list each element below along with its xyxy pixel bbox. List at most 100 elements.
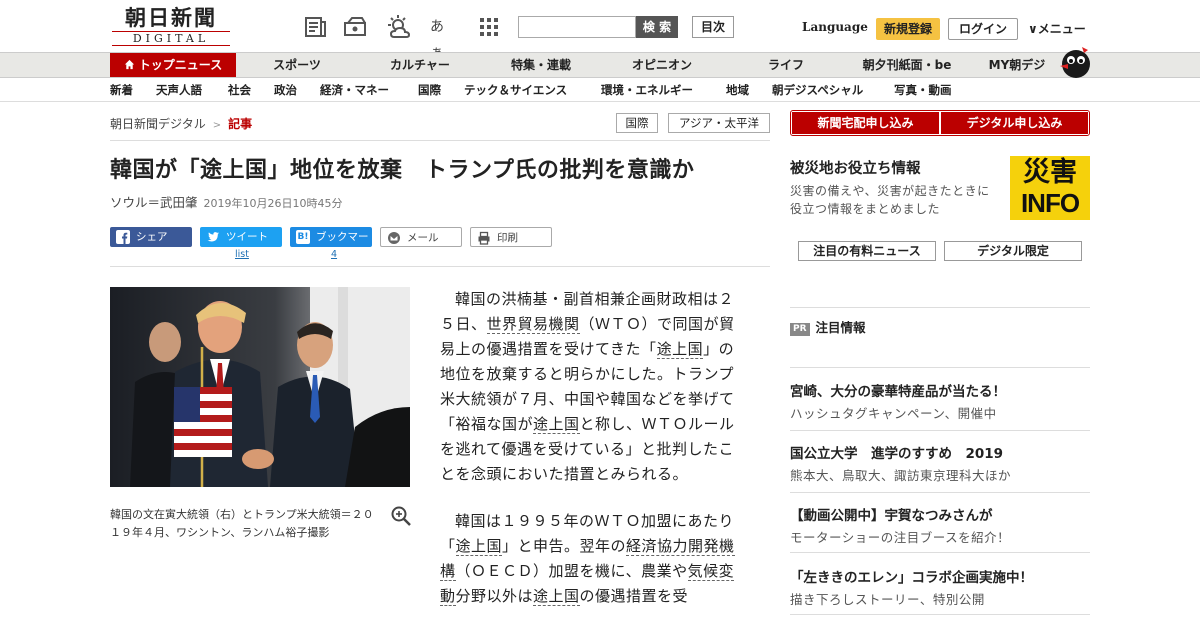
tab-paid-news[interactable]: 注目の有料ニュース (798, 241, 936, 261)
subnav-environment[interactable]: 環境・エネルギー (601, 78, 693, 102)
disaster-info-banner[interactable]: 災害 INFO (1010, 156, 1090, 220)
subnav-society[interactable]: 社会 (228, 78, 251, 102)
keyword-link[interactable]: 途上国 (656, 340, 704, 359)
main-nav: トップニュース スポーツ カルチャー 特集・連載 オピニオン ライフ 朝夕刊紙面… (0, 52, 1200, 78)
subnav-special[interactable]: 朝デジスペシャル (772, 78, 863, 102)
promo-title[interactable]: 「左ききのエレン」コラボ企画実施中！ (790, 566, 1033, 586)
twitter-list-link[interactable]: list (235, 249, 249, 260)
language-link[interactable]: Language (802, 20, 868, 34)
digital-subscribe-button[interactable]: デジタル申し込み (941, 112, 1088, 134)
font-size-icon[interactable]: あぁ (430, 14, 456, 61)
hatena-bookmark-count[interactable]: 4 (331, 249, 337, 260)
subnav-tech-science[interactable]: テック＆サイエンス (464, 78, 567, 102)
mascot-icon (1060, 47, 1090, 78)
promo-title[interactable]: 【動画公開中】宇賀なつみさんが (790, 504, 993, 524)
subnav-region[interactable]: 地域 (726, 78, 749, 102)
article-body: 韓国の洪楠基・副首相兼企画財政相は２５日、世界貿易機関（ＷＴＯ）で同国が貿易上の… (440, 287, 746, 631)
pr-heading: PR 注目情報 (790, 317, 866, 336)
subnav-new[interactable]: 新着 (110, 78, 133, 102)
subnav-tensei-jingo[interactable]: 天声人語 (156, 78, 202, 102)
keyword-link[interactable]: 途上国 (533, 587, 580, 606)
keyword-link[interactable]: 世界貿易機関 (486, 315, 580, 334)
twitter-share-button[interactable]: ツイート (200, 227, 282, 247)
article-paragraph: 韓国は１９９５年のＷＴＯ加盟にあたり「途上国」と申告。翌年の経済協力開発機構（Ｏ… (440, 509, 746, 609)
megaphone-icon[interactable] (342, 14, 368, 40)
article-text: 分野以外は (455, 587, 534, 605)
search-input[interactable] (518, 16, 636, 38)
author: ソウル＝武田肇 (110, 195, 198, 210)
nav-paper-be[interactable]: 朝夕刊紙面・be (852, 53, 962, 77)
site-header: 朝日新聞 DIGITAL あぁ 検 索 目次 Language 新規登録 ログイ… (0, 0, 1200, 61)
divider (110, 140, 770, 141)
breadcrumb-current: 記事 (228, 117, 253, 131)
article-photo[interactable] (110, 287, 410, 487)
breadcrumb-separator: > (212, 120, 222, 131)
photo-caption: 韓国の文在寅大統領（右）とトランプ米大統領＝２０１９年４月、ワシントン、ランハム… (110, 508, 374, 539)
disaster-banner-info: INFO (1020, 188, 1080, 218)
nav-opinion[interactable]: オピニオン (622, 53, 702, 77)
search-button[interactable]: 検 索 (636, 16, 678, 38)
facebook-share-button[interactable]: シェア (110, 227, 192, 247)
asahi-digital-logo[interactable]: 朝日新聞 DIGITAL (112, 6, 230, 46)
subnav-economy[interactable]: 経済・マネー (320, 78, 389, 102)
article-paragraph: 韓国の洪楠基・副首相兼企画財政相は２５日、世界貿易機関（ＷＴＯ）で同国が貿易上の… (440, 287, 746, 487)
breadcrumb-home[interactable]: 朝日新聞デジタル (110, 117, 206, 131)
menu-button[interactable]: ∨メニュー (1028, 20, 1086, 37)
print-button[interactable]: 印刷 (470, 227, 552, 247)
subnav-international[interactable]: 国際 (418, 78, 441, 102)
promo-title[interactable]: 国公立大学 進学のすすめ 2019 (790, 442, 1003, 462)
nav-my-asadeji[interactable]: MY朝デジ (982, 53, 1052, 77)
promo-subtitle: 熊本大、鳥取大、諏訪東京理科大ほか (790, 468, 1012, 483)
logo-digital: DIGITAL (112, 31, 230, 46)
login-button[interactable]: ログイン (948, 18, 1018, 40)
signup-button[interactable]: 新規登録 (876, 18, 940, 40)
mail-share-button[interactable]: メール (380, 227, 462, 247)
logo-kanji: 朝日新聞 (125, 5, 217, 30)
nav-top-news[interactable]: トップニュース (110, 53, 236, 77)
newspaper-icon[interactable] (302, 14, 328, 40)
article-text: の優遇措置を受 (579, 587, 689, 605)
facebook-icon (116, 230, 130, 244)
subnav-photo-video[interactable]: 写真・動画 (894, 78, 952, 102)
print-label: 印刷 (497, 232, 518, 244)
article-photo-image (110, 287, 410, 487)
divider (790, 552, 1090, 553)
divider (790, 307, 1090, 308)
zoom-icon[interactable] (390, 505, 412, 527)
subnav-politics[interactable]: 政治 (274, 78, 297, 102)
keyword-link[interactable]: 途上国 (533, 415, 580, 434)
article-headline: 韓国が「途上国」地位を放棄 トランプ氏の批判を意識か (110, 158, 695, 183)
grid-menu-icon[interactable] (476, 14, 502, 40)
article-text: （ＯＥＣＤ）加盟を機に、農業や (455, 562, 688, 580)
promo-title[interactable]: 宮崎、大分の豪華特産品が当たる！ (790, 380, 1006, 400)
pr-heading-label: 注目情報 (815, 320, 866, 335)
tag-international[interactable]: 国際 (616, 113, 658, 133)
nav-life[interactable]: ライフ (756, 53, 816, 77)
newspaper-delivery-button[interactable]: 新聞宅配申し込み (792, 112, 939, 134)
tag-asia-pacific[interactable]: アジア・太平洋 (668, 113, 770, 133)
facebook-share-label: シェア (136, 231, 168, 243)
divider (790, 614, 1090, 615)
keyword-link[interactable]: 途上国 (455, 537, 503, 556)
weather-icon[interactable] (386, 14, 412, 40)
disaster-info-title[interactable]: 被災地お役立ち情報 (790, 157, 921, 178)
divider (790, 492, 1090, 493)
article-text: 」と申告。翌年の (502, 537, 627, 555)
twitter-icon (207, 232, 219, 242)
promo-subtitle: モーターショーの注目ブースを紹介！ (790, 530, 1011, 545)
nav-culture[interactable]: カルチャー (380, 53, 460, 77)
hatena-bookmark-button[interactable]: B! ブックマーク (290, 227, 372, 263)
print-icon (478, 231, 490, 245)
divider (790, 367, 1090, 368)
disaster-banner-kanji: 災害 (1023, 157, 1077, 188)
nav-sports[interactable]: スポーツ (262, 53, 332, 77)
promo-subtitle: 描き下ろしストーリー、特別公開 (790, 592, 985, 607)
tab-digital-only[interactable]: デジタル限定 (944, 241, 1082, 261)
article-byline: ソウル＝武田肇 2019年10月26日10時45分 (110, 192, 343, 211)
pr-badge: PR (790, 323, 810, 336)
divider (110, 266, 770, 267)
hatena-icon: B! (296, 230, 310, 244)
nav-features[interactable]: 特集・連載 (500, 53, 582, 77)
index-button[interactable]: 目次 (692, 16, 734, 38)
nav-label: トップニュース (138, 58, 223, 72)
